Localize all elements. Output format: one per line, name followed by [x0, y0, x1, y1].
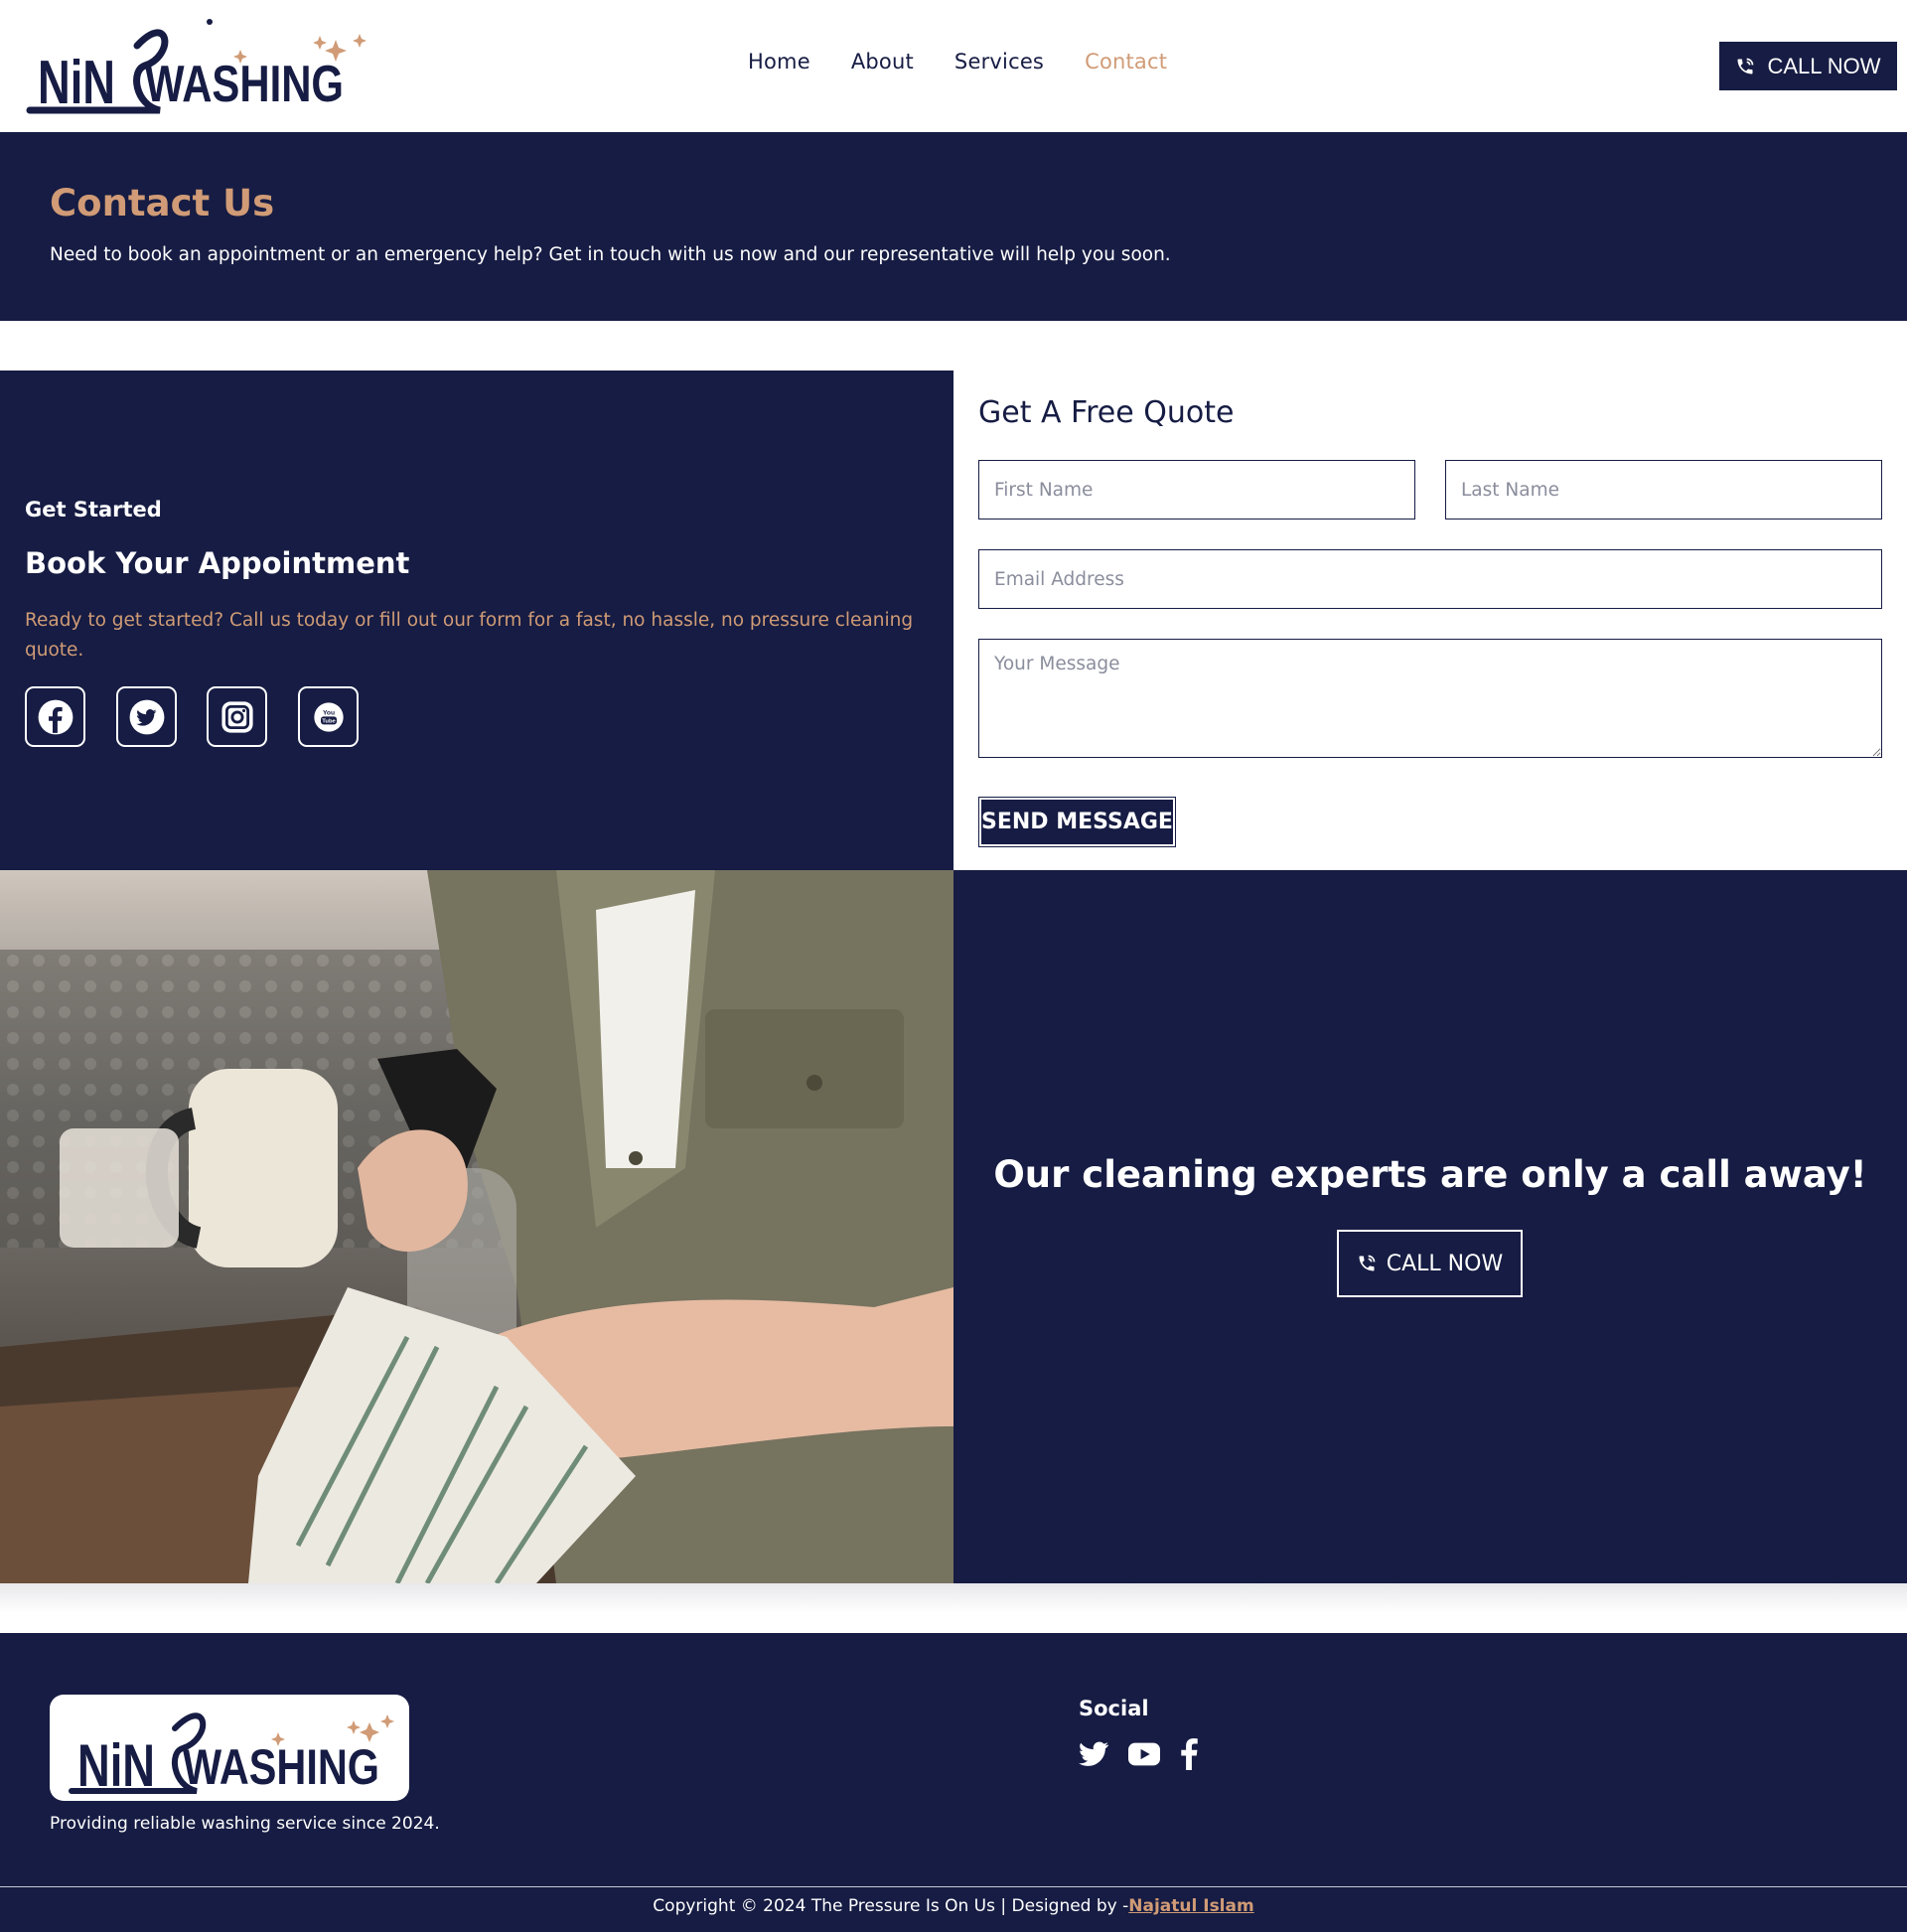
- last-name-field[interactable]: [1445, 460, 1882, 520]
- twitter-link[interactable]: [116, 686, 177, 747]
- youtube-icon: [1128, 1742, 1160, 1766]
- phone-icon: [1359, 1255, 1376, 1271]
- svg-text:WASHING: WASHING: [145, 56, 344, 113]
- footer-logo-mark: NiN WASHING: [69, 1712, 394, 1799]
- booking-panel: Get Started Book Your Appointment Ready …: [0, 371, 954, 870]
- svg-text:Tube: Tube: [322, 718, 336, 724]
- site-footer: NiN WASHING Providing reliable washing s…: [0, 1633, 1907, 1932]
- footer-social-title: Social: [1079, 1697, 1149, 1720]
- first-name-field[interactable]: [978, 460, 1415, 520]
- facebook-link[interactable]: [25, 686, 85, 747]
- booking-title: Book Your Appointment: [25, 546, 410, 580]
- nav-services[interactable]: Services: [954, 50, 1044, 74]
- main-nav: Home About Services Contact: [748, 50, 1167, 74]
- booking-kicker: Get Started: [25, 498, 162, 521]
- quote-form: Get A Free Quote SEND MESSAGE: [954, 371, 1907, 870]
- nav-home[interactable]: Home: [748, 50, 810, 74]
- quote-title: Get A Free Quote: [978, 395, 1235, 430]
- copyright: Copyright © 2024 The Pressure Is On Us |…: [0, 1896, 1907, 1916]
- booking-text: Ready to get started? Call us today or f…: [25, 610, 914, 661]
- header-call-label: CALL NOW: [1767, 53, 1881, 78]
- phone-icon: [1737, 58, 1754, 74]
- footer-logo[interactable]: NiN WASHING: [50, 1695, 409, 1801]
- twitter-icon: [1079, 1741, 1108, 1766]
- footer-social-icons: [1079, 1738, 1198, 1774]
- instagram-link[interactable]: [207, 686, 267, 747]
- youtube-icon: You Tube: [313, 701, 344, 732]
- svg-text:NiN: NiN: [38, 49, 115, 115]
- message-field[interactable]: [978, 639, 1882, 758]
- send-message-button[interactable]: SEND MESSAGE: [978, 797, 1176, 847]
- nav-about[interactable]: About: [851, 50, 914, 74]
- nav-contact[interactable]: Contact: [1085, 50, 1167, 74]
- footer-twitter-link[interactable]: [1079, 1741, 1108, 1771]
- twitter-icon: [129, 699, 164, 734]
- footer-divider: [0, 1886, 1907, 1887]
- email-field[interactable]: [978, 549, 1882, 609]
- footer-youtube-link[interactable]: [1128, 1742, 1160, 1770]
- call-cta-panel: Our cleaning experts are only a call awa…: [954, 870, 1907, 1583]
- contact-hero: Contact Us Need to book an appointment o…: [0, 132, 1907, 321]
- footer-tagline: Providing reliable washing service since…: [50, 1814, 440, 1834]
- footer-facebook-link[interactable]: [1180, 1738, 1198, 1774]
- copyright-text: Copyright © 2024 The Pressure Is On Us |…: [653, 1896, 1129, 1916]
- facebook-icon: [38, 699, 73, 734]
- header-call-now-button[interactable]: CALL NOW: [1719, 42, 1897, 90]
- cleaning-photo: [0, 870, 954, 1583]
- svg-text:You: You: [322, 709, 334, 716]
- cta-title: Our cleaning experts are only a call awa…: [993, 1153, 1867, 1196]
- svg-text:WASHING: WASHING: [183, 1739, 379, 1795]
- page-title: Contact Us: [50, 182, 275, 224]
- brand-logo[interactable]: NiN WASHING: [26, 16, 368, 115]
- designer-link[interactable]: Najatul Islam: [1128, 1896, 1253, 1916]
- cta-call-now-button[interactable]: CALL NOW: [1337, 1230, 1523, 1297]
- instagram-icon: [220, 700, 253, 733]
- site-header: NiN WASHING Home About Services Contact …: [0, 0, 1907, 132]
- section-divider: [0, 1583, 1907, 1633]
- youtube-link[interactable]: You Tube: [298, 686, 359, 747]
- cta-call-label: CALL NOW: [1386, 1251, 1504, 1276]
- facebook-icon: [1181, 1738, 1198, 1770]
- hero-description: Need to book an appointment or an emerge…: [50, 244, 1171, 265]
- cleaning-photo-image: [0, 870, 954, 1583]
